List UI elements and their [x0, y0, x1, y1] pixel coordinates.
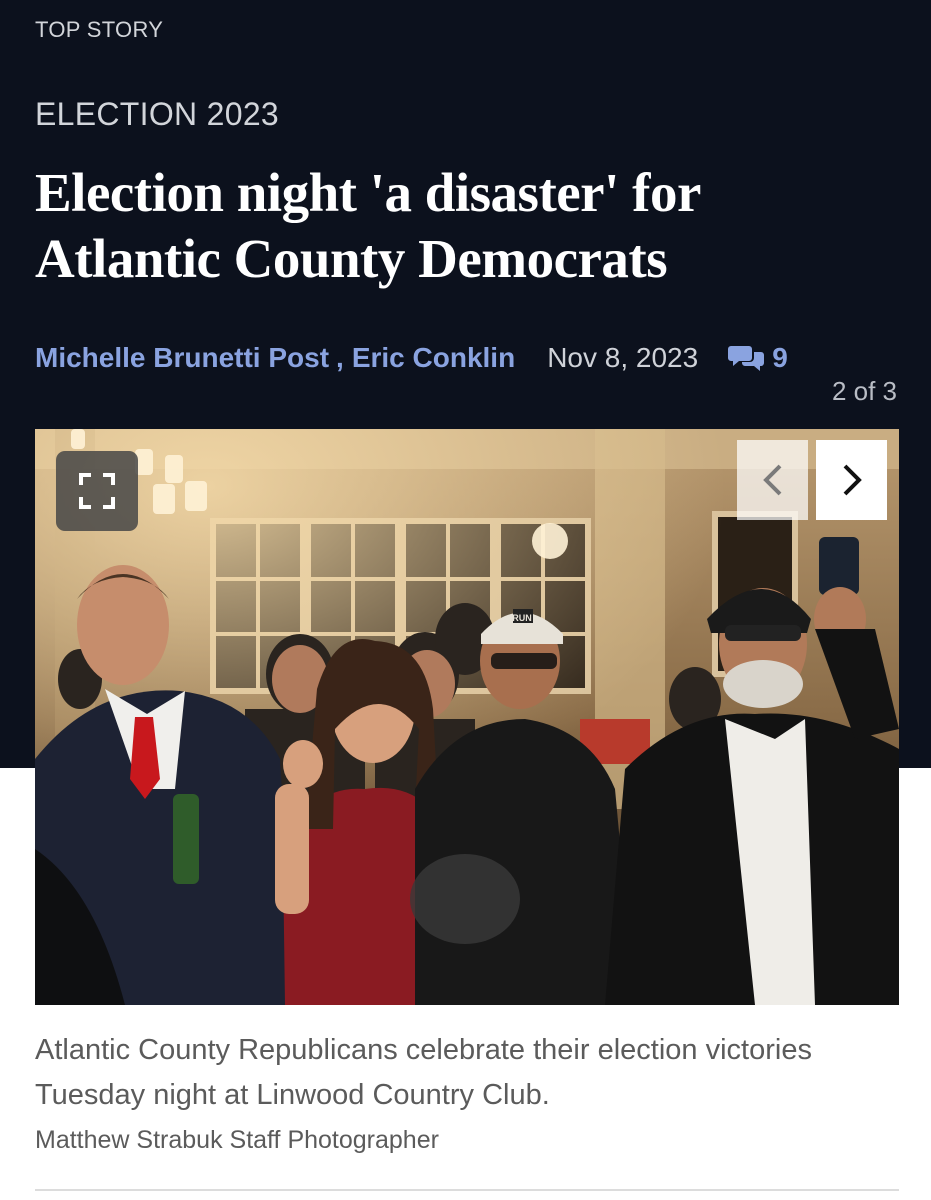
author-link-2[interactable]: Eric Conklin: [352, 342, 515, 374]
photo-caption: Atlantic County Republicans celebrate th…: [35, 1034, 812, 1111]
section-divider: [35, 1189, 899, 1191]
publish-date: Nov 8, 2023: [547, 342, 699, 373]
next-photo-button[interactable]: [816, 440, 887, 520]
hat-logo-text: RUN: [512, 613, 532, 623]
comment-count: 9: [772, 342, 788, 373]
headline: Election night 'a disaster' for Atlantic…: [35, 162, 700, 289]
comment-bubbles-icon: [728, 346, 765, 371]
gallery-photo[interactable]: RUN: [35, 429, 899, 1005]
author-separator: ,: [336, 342, 344, 373]
byline: Michelle Brunetti Post , Eric Conklin No…: [35, 342, 788, 374]
chevron-left-icon: [762, 464, 781, 496]
section-label[interactable]: ELECTION 2023: [35, 96, 279, 133]
top-story-label: TOP STORY: [35, 17, 164, 42]
chevron-right-icon: [843, 464, 862, 496]
comments-link[interactable]: 9: [728, 342, 788, 374]
photo-credit: Matthew Strabuk Staff Photographer: [35, 1126, 439, 1154]
gallery-counter: 2 of 3: [831, 376, 897, 406]
previous-photo-button[interactable]: [737, 440, 808, 520]
expand-button[interactable]: [56, 451, 138, 531]
author-link-1[interactable]: Michelle Brunetti Post: [35, 342, 329, 374]
expand-icon: [79, 473, 115, 509]
